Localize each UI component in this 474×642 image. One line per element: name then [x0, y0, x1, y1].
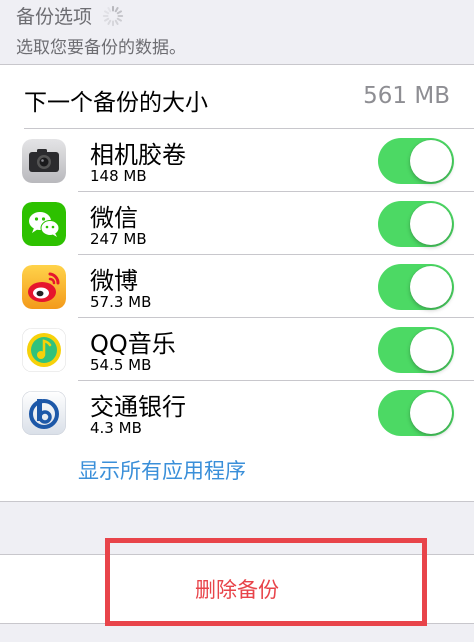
app-size: 247 MB	[90, 230, 147, 248]
backup-size-label: 下一个备份的大小	[24, 90, 208, 116]
show-all-apps-link[interactable]: 显示所有应用程序	[78, 455, 246, 485]
app-name: 交通银行	[90, 393, 186, 421]
weibo-icon	[22, 265, 66, 309]
toggle-knob	[410, 392, 452, 434]
backup-apps-group: 下一个备份的大小 561 MB 相机胶卷 148 MB 微信 247 MB 微博…	[0, 64, 474, 502]
app-row-wechat: 微信 247 MB	[0, 192, 474, 254]
section-header: 备份选项 选取您要备份的数据。	[0, 0, 474, 64]
app-name: QQ音乐	[90, 330, 176, 358]
app-size: 54.5 MB	[90, 356, 152, 374]
toggle-knob	[410, 266, 452, 308]
loading-spinner-icon	[102, 5, 124, 26]
app-row-camera-roll: 相机胶卷 148 MB	[0, 129, 474, 191]
backup-size-value: 561 MB	[363, 83, 450, 109]
app-size: 57.3 MB	[90, 293, 152, 311]
app-name: 微博	[90, 267, 138, 295]
app-name: 微信	[90, 204, 138, 232]
toggle-knob	[410, 203, 452, 245]
qqmusic-toggle[interactable]	[378, 327, 454, 373]
backup-size-row: 下一个备份的大小 561 MB	[0, 65, 474, 128]
camera-roll-toggle[interactable]	[378, 138, 454, 184]
section-title-text: 备份选项	[16, 6, 93, 28]
app-row-bankcomm: 交通银行 4.3 MB	[0, 381, 474, 443]
annotation-highlight-box	[105, 538, 427, 626]
qqmusic-icon	[22, 328, 66, 372]
app-row-weibo: 微博 57.3 MB	[0, 255, 474, 317]
app-size: 4.3 MB	[90, 419, 142, 437]
bankcomm-toggle[interactable]	[378, 390, 454, 436]
app-name: 相机胶卷	[90, 141, 186, 169]
toggle-knob	[410, 140, 452, 182]
wechat-toggle[interactable]	[378, 201, 454, 247]
toggle-knob	[410, 329, 452, 371]
section-subtitle: 选取您要备份的数据。	[16, 38, 186, 58]
camera-icon	[22, 139, 66, 183]
wechat-icon	[22, 202, 66, 246]
weibo-toggle[interactable]	[378, 264, 454, 310]
section-title: 备份选项	[16, 2, 124, 29]
app-size: 148 MB	[90, 167, 147, 185]
bankcomm-icon	[22, 391, 66, 435]
app-row-qqmusic: QQ音乐 54.5 MB	[0, 318, 474, 380]
